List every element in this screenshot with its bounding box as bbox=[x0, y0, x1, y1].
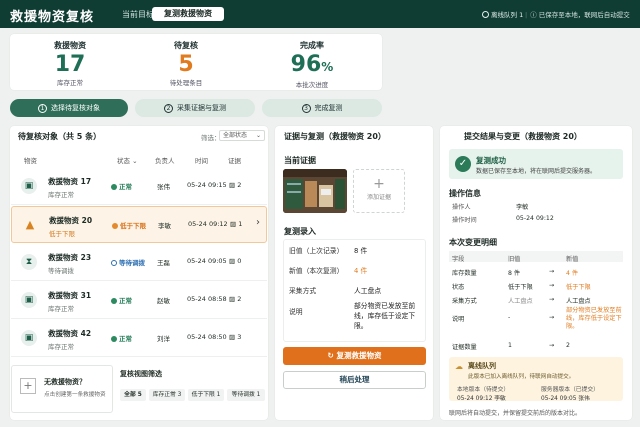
success-banner: ✓ 复测成功 数据已保存至本地，将在联网后提交服务器。 bbox=[449, 149, 623, 179]
image-icon: ▨ bbox=[229, 295, 236, 303]
goal-value[interactable]: 复测救援物资 bbox=[152, 7, 224, 21]
list-item[interactable]: ▣ 救援物资 17 库存正常 正常 张伟 05-24 09:15 ▨ 2 bbox=[11, 168, 267, 205]
stat-label: 待复核 bbox=[174, 41, 198, 50]
list-item-selected[interactable]: ▲ 救援物资 20 低于下限 低于下限 李敏 05-24 09:12 ▨ 1 › bbox=[11, 206, 267, 243]
col-evidence: 证据 bbox=[228, 157, 241, 165]
note-textarea[interactable]: 部分物资已发放至前线，库存低于设定下限。 bbox=[354, 301, 422, 331]
evidence-count: ▨ 2 bbox=[229, 295, 242, 303]
plus-icon: + bbox=[373, 176, 385, 192]
saved-icon: ⓘ bbox=[530, 11, 539, 19]
chip-normal[interactable]: 库存正常 3 bbox=[149, 389, 185, 401]
retest-submit-button[interactable]: ↻ 复测救援物资 bbox=[283, 347, 426, 365]
stat-pending: 待复核 5 待处理条目 bbox=[126, 34, 246, 87]
image-icon: ▨ bbox=[229, 257, 236, 265]
sort-icon: ⌄ bbox=[132, 157, 138, 165]
filter-label: 筛选： bbox=[201, 134, 221, 142]
col-person: 负责人 bbox=[155, 157, 175, 165]
step-2[interactable]: 2 采集证据与复测 bbox=[135, 99, 255, 117]
retest-label: 复测录入 bbox=[284, 227, 316, 236]
clock-icon bbox=[482, 11, 489, 18]
stat-completion: 完成率 96% 本批次进度 bbox=[252, 34, 372, 89]
list-item[interactable]: ⧗ 救援物资 23 等待调拨 等待调拨 王磊 05-24 09:05 ▨ 0 bbox=[11, 244, 267, 281]
stat-sub: 库存正常 bbox=[57, 79, 83, 87]
stat-value: 5 bbox=[178, 52, 194, 77]
stat-supplies: 救援物资 17 库存正常 bbox=[10, 34, 130, 87]
col-status[interactable]: 状态 ⌄ bbox=[117, 155, 138, 165]
stat-sub: 待处理条目 bbox=[169, 79, 203, 87]
step-3[interactable]: 3 完成复测 bbox=[262, 99, 382, 117]
stat-label: 救援物资 bbox=[54, 41, 86, 50]
col-item: 物资 bbox=[24, 157, 37, 165]
completion-number: 96 bbox=[290, 52, 322, 77]
list-title: 待复核对象（共 5 条） bbox=[18, 132, 102, 141]
method-select[interactable]: 人工盘点 bbox=[354, 285, 381, 295]
arrow-right-icon: → bbox=[549, 268, 555, 275]
add-evidence-button[interactable]: + 添加证据 bbox=[353, 169, 405, 213]
image-icon: ▨ bbox=[229, 181, 236, 189]
box-icon: ▣ bbox=[21, 292, 37, 308]
new-value-input[interactable]: 4 件 bbox=[354, 265, 367, 275]
offline-queue-indicator[interactable]: 离线队列 1 bbox=[482, 9, 523, 19]
change-table-header bbox=[449, 251, 623, 262]
list-item[interactable]: ▣ 救援物资 42 库存正常 正常 刘洋 05-24 08:50 ▨ 3 bbox=[11, 320, 267, 357]
plus-icon: + bbox=[20, 378, 36, 394]
stat-value: 96% bbox=[252, 53, 372, 79]
chip-low[interactable]: 低于下限 1 bbox=[188, 389, 224, 401]
box-icon: ▣ bbox=[21, 330, 37, 346]
status-badge: 等待调拨 bbox=[111, 257, 145, 267]
evidence-count: ▨ 1 bbox=[230, 220, 243, 228]
old-value: 8 件 bbox=[354, 247, 368, 255]
result-title: 提交结果与变更（救援物资 20） bbox=[464, 132, 582, 141]
arrow-right-icon: → bbox=[549, 342, 555, 349]
footnote: 联网后将自动提交，并保留提交前后的版本对比。 bbox=[449, 410, 582, 417]
top-bar: 救援物资复核 当前目标： 复测救援物资 离线队列 1 | ⓘ 已保存至本地，联网后… bbox=[0, 0, 640, 28]
op-info-title: 操作信息 bbox=[449, 189, 481, 198]
check-icon: ✓ bbox=[455, 156, 471, 172]
hourglass-icon: ⧗ bbox=[21, 254, 37, 270]
offline-queue-card: ☁ 离线队列 此版本已加入离线队列，待联网自动提交。 本地版本（待提交） 服务器… bbox=[449, 357, 623, 402]
change-title: 本次变更明细 bbox=[449, 238, 497, 247]
cloud-icon: ☁ bbox=[455, 362, 463, 371]
step-progress: 1 选择待复核对象 2 采集证据与复测 3 完成复测 bbox=[10, 97, 382, 119]
evidence-title: 证据与复测（救援物资 20） bbox=[284, 132, 386, 141]
later-button[interactable]: 稍后处理 bbox=[283, 371, 426, 389]
app-title: 救援物资复核 bbox=[10, 10, 95, 25]
stat-label: 完成率 bbox=[300, 41, 324, 50]
status-badge: 正常 bbox=[111, 333, 132, 343]
offline-label: 离线队列 bbox=[491, 11, 517, 19]
image-icon: ▨ bbox=[229, 333, 236, 341]
evidence-photo[interactable] bbox=[283, 169, 347, 213]
status-filter-select[interactable]: 全部状态 ⌄ bbox=[219, 130, 265, 141]
chevron-down-icon: ⌄ bbox=[255, 132, 261, 139]
status-badge: 低于下限 bbox=[112, 220, 146, 230]
view-filter-title: 复核视图筛选 bbox=[120, 370, 162, 378]
status-badge: 正常 bbox=[111, 295, 132, 305]
create-supply-card[interactable]: + 无救援物资？ 点击创建第一条救援物资 bbox=[11, 365, 113, 413]
evidence-count: ▨ 3 bbox=[229, 333, 242, 341]
evidence-count: ▨ 2 bbox=[229, 181, 242, 189]
completion-unit: % bbox=[321, 60, 334, 74]
current-evidence-label: 当前证据 bbox=[284, 156, 316, 165]
chevron-right-icon[interactable]: › bbox=[256, 217, 260, 228]
list-item[interactable]: ▣ 救援物资 31 库存正常 正常 赵敏 05-24 08:58 ▨ 2 bbox=[11, 282, 267, 319]
chip-all[interactable]: 全部 5 bbox=[120, 389, 146, 401]
saved-status: | ⓘ 已保存至本地，联网后自动提交 bbox=[525, 11, 630, 19]
image-icon: ▨ bbox=[230, 220, 237, 228]
saved-text: 已保存至本地，联网后自动提交 bbox=[538, 11, 630, 19]
col-time: 时间 bbox=[195, 157, 208, 165]
stat-value: 17 bbox=[54, 52, 86, 77]
box-icon: ▣ bbox=[21, 178, 37, 194]
warning-icon: ▲ bbox=[25, 218, 35, 231]
status-badge: 正常 bbox=[111, 181, 132, 191]
chip-waiting[interactable]: 等待调拨 1 bbox=[227, 389, 265, 401]
step-1[interactable]: 1 选择待复核对象 bbox=[10, 99, 128, 117]
arrow-right-icon: → bbox=[549, 282, 555, 289]
arrow-right-icon: → bbox=[549, 296, 555, 303]
arrow-right-icon: → bbox=[549, 314, 555, 321]
stat-sub: 本批次进度 bbox=[295, 81, 329, 89]
offline-count: 1 bbox=[519, 11, 524, 19]
evidence-count: ▨ 0 bbox=[229, 257, 242, 265]
